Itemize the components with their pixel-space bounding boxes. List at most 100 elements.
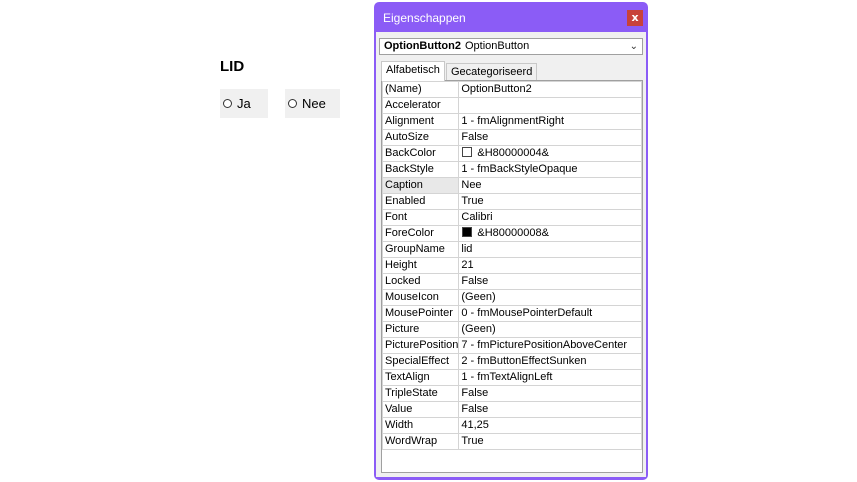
- property-name[interactable]: WordWrap: [381, 433, 460, 450]
- property-value: OptionButton2: [461, 83, 532, 95]
- property-value-cell[interactable]: 1 - fmTextAlignLeft: [458, 369, 642, 386]
- chevron-down-icon[interactable]: ⌄: [630, 39, 638, 54]
- property-row[interactable]: Width 41,25: [381, 417, 642, 434]
- property-value-cell[interactable]: OptionButton2: [458, 81, 642, 98]
- property-row[interactable]: Font Calibri: [381, 209, 642, 226]
- property-row[interactable]: Accelerator: [381, 97, 642, 114]
- object-type: OptionButton: [464, 40, 530, 52]
- option-label: Nee: [302, 96, 326, 111]
- property-row[interactable]: MouseIcon (Geen): [381, 289, 642, 306]
- property-value: False: [461, 131, 489, 143]
- property-row[interactable]: Height 21: [381, 257, 642, 274]
- property-row[interactable]: TripleState False: [381, 385, 642, 402]
- properties-window: Eigenschappen x OptionButton2 OptionButto…: [374, 2, 648, 480]
- property-row[interactable]: WordWrap True: [381, 433, 642, 450]
- window-titlebar[interactable]: Eigenschappen x: [374, 2, 648, 32]
- property-name[interactable]: TextAlign: [381, 369, 460, 386]
- property-value: Calibri: [461, 211, 493, 223]
- property-row[interactable]: TextAlign 1 - fmTextAlignLeft: [381, 369, 642, 386]
- property-value: False: [461, 387, 489, 399]
- property-value: False: [461, 275, 489, 287]
- property-value-cell[interactable]: lid: [458, 241, 642, 258]
- property-name[interactable]: Accelerator: [381, 97, 460, 114]
- property-value-cell[interactable]: False: [458, 273, 642, 290]
- property-row[interactable]: PicturePosition 7 - fmPicturePositionAbov…: [381, 337, 642, 354]
- property-name[interactable]: Height: [381, 257, 460, 274]
- property-name[interactable]: GroupName: [381, 241, 460, 258]
- property-name[interactable]: Value: [381, 401, 460, 418]
- property-value-cell[interactable]: False: [458, 129, 642, 146]
- property-row[interactable]: Enabled True: [381, 193, 642, 210]
- property-name[interactable]: BackStyle: [381, 161, 460, 178]
- radio-circle-icon: [223, 99, 232, 108]
- property-value: 1 - fmBackStyleOpaque: [461, 163, 578, 175]
- property-row[interactable]: BackColor &H80000004&: [381, 145, 642, 162]
- property-name[interactable]: (Name): [381, 81, 460, 98]
- property-row[interactable]: MousePointer 0 - fmMousePointerDefault: [381, 305, 642, 322]
- tab-gecategoriseerd[interactable]: Gecategoriseerd: [446, 63, 538, 80]
- property-row[interactable]: BackStyle 1 - fmBackStyleOpaque: [381, 161, 642, 178]
- property-value-cell[interactable]: 7 - fmPicturePositionAboveCenter: [458, 337, 642, 354]
- property-value: &H80000004&: [477, 147, 549, 159]
- property-value: 0 - fmMousePointerDefault: [461, 307, 593, 319]
- object-selector-dropdown[interactable]: OptionButton2 OptionButton ⌄: [379, 38, 643, 55]
- property-name[interactable]: Caption: [381, 177, 460, 194]
- property-row[interactable]: Picture (Geen): [381, 321, 642, 338]
- option-button-ja[interactable]: Ja: [220, 89, 268, 118]
- property-row[interactable]: AutoSize False: [381, 129, 642, 146]
- property-row[interactable]: SpecialEffect 2 - fmButtonEffectSunken: [381, 353, 642, 370]
- radio-circle-icon: [288, 99, 297, 108]
- property-value-cell[interactable]: True: [458, 193, 642, 210]
- property-name[interactable]: SpecialEffect: [381, 353, 460, 370]
- property-value-cell[interactable]: Nee: [458, 177, 642, 194]
- property-value: 2 - fmButtonEffectSunken: [461, 355, 587, 367]
- tab-alfabetisch[interactable]: Alfabetisch: [381, 61, 445, 81]
- property-value-cell[interactable]: 2 - fmButtonEffectSunken: [458, 353, 642, 370]
- object-name: OptionButton2: [384, 40, 461, 52]
- property-value-cell[interactable]: 41,25: [458, 417, 642, 434]
- property-name[interactable]: Picture: [381, 321, 460, 338]
- property-row[interactable]: GroupName lid: [381, 241, 642, 258]
- property-value: 21: [461, 259, 474, 271]
- property-value-cell[interactable]: (Geen): [458, 321, 642, 338]
- property-name[interactable]: BackColor: [381, 145, 460, 162]
- property-row[interactable]: Locked False: [381, 273, 642, 290]
- property-value-cell[interactable]: False: [458, 385, 642, 402]
- property-name[interactable]: MouseIcon: [381, 289, 460, 306]
- property-value-cell[interactable]: &H80000008&: [458, 225, 642, 242]
- option-button-nee[interactable]: Nee: [285, 89, 340, 118]
- property-row[interactable]: (Name) OptionButton2: [381, 81, 642, 98]
- property-value-cell[interactable]: True: [458, 433, 642, 450]
- property-value-cell[interactable]: (Geen): [458, 289, 642, 306]
- property-value-cell[interactable]: False: [458, 401, 642, 418]
- property-value-cell[interactable]: &H80000004&: [458, 145, 642, 162]
- property-value-cell[interactable]: 1 - fmBackStyleOpaque: [458, 161, 642, 178]
- property-value-cell[interactable]: 1 - fmAlignmentRight: [458, 113, 642, 130]
- property-name[interactable]: Font: [381, 209, 460, 226]
- property-row[interactable]: Alignment 1 - fmAlignmentRight: [381, 113, 642, 130]
- property-value-cell[interactable]: Calibri: [458, 209, 642, 226]
- window-title: Eigenschappen: [383, 11, 466, 25]
- property-row[interactable]: Caption Nee: [381, 177, 642, 194]
- property-row[interactable]: Value False: [381, 401, 642, 418]
- property-value: False: [461, 403, 489, 415]
- property-name[interactable]: Width: [381, 417, 460, 434]
- property-value-cell[interactable]: 0 - fmMousePointerDefault: [458, 305, 642, 322]
- property-value-cell[interactable]: 21: [458, 257, 642, 274]
- property-name[interactable]: Alignment: [381, 113, 460, 130]
- property-name[interactable]: Enabled: [381, 193, 460, 210]
- option-label: Ja: [237, 96, 251, 111]
- property-value-cell[interactable]: [458, 97, 642, 114]
- property-name[interactable]: AutoSize: [381, 129, 460, 146]
- property-value: 7 - fmPicturePositionAboveCenter: [461, 339, 628, 351]
- property-value: (Geen): [461, 323, 496, 335]
- property-name[interactable]: PicturePosition: [381, 337, 460, 354]
- property-value: lid: [461, 243, 473, 255]
- property-name[interactable]: MousePointer: [381, 305, 460, 322]
- property-row[interactable]: ForeColor &H80000008&: [381, 225, 642, 242]
- property-name[interactable]: TripleState: [381, 385, 460, 402]
- property-name[interactable]: Locked: [381, 273, 460, 290]
- close-button[interactable]: x: [627, 10, 643, 26]
- property-value: 1 - fmAlignmentRight: [461, 115, 565, 127]
- property-name[interactable]: ForeColor: [381, 225, 460, 242]
